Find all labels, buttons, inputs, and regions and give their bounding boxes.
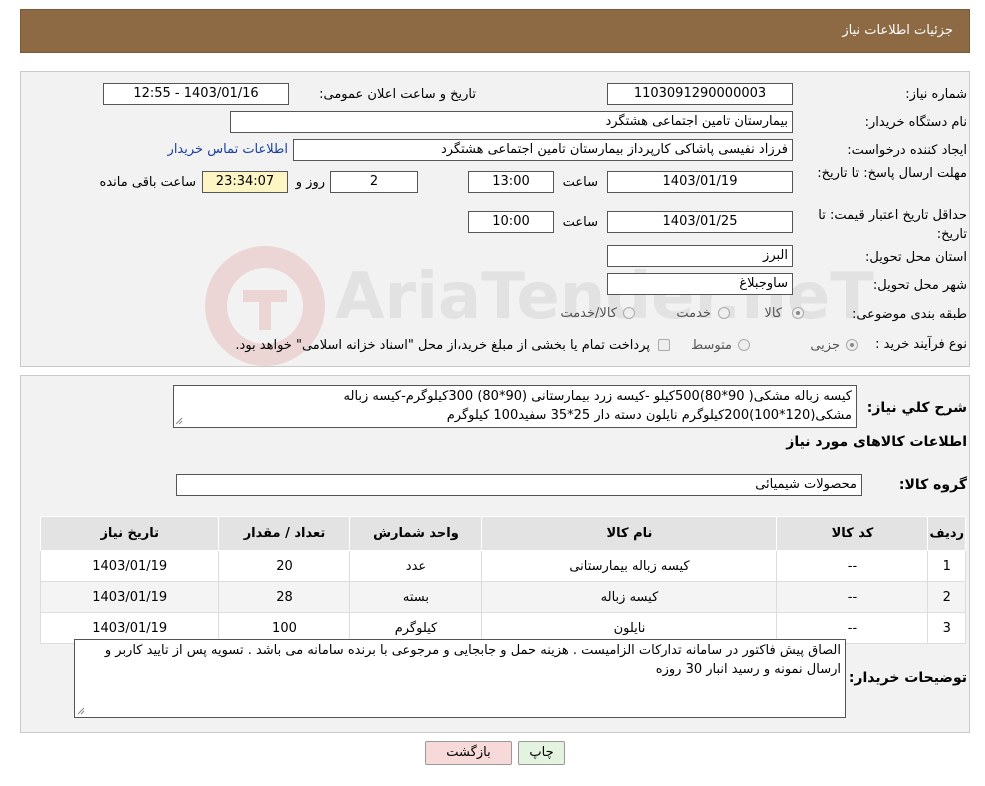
announce-label: تاریخ و ساعت اعلان عمومی: — [319, 87, 476, 102]
announce-field: 1403/01/16 - 12:55 — [103, 83, 289, 105]
category-option-goods: کالا — [764, 306, 782, 321]
page-title: جزئیات اطلاعات نیاز — [842, 23, 953, 38]
watermark-text: AriaTender.neT — [335, 260, 874, 334]
city-label: شهر محل تحویل: — [872, 278, 967, 293]
creator-label: ایجاد کننده درخواست: — [847, 143, 967, 158]
cell-code: -- — [776, 550, 929, 582]
validity-time-label: ساعت — [562, 215, 598, 230]
deadline-label: مهلت ارسال پاسخ: تا تاریخ: — [817, 166, 967, 181]
page-header: جزئیات اطلاعات نیاز — [20, 9, 970, 53]
cell-name: کیسه زباله — [481, 581, 778, 613]
summary-text: کیسه زباله مشکی( 90*80)500کیلو -کیسه زرد… — [343, 389, 852, 423]
city-field: ساوجبلاغ — [607, 273, 793, 295]
days-label: روز و — [295, 175, 325, 190]
validity-label: حداقل تاریخ اعتبار قیمت: تا تاریخ: — [818, 208, 967, 242]
goods-info-title: اطلاعات کالاهای مورد نیاز — [786, 434, 967, 450]
col-header-name: نام کالا — [481, 516, 778, 551]
need-number-label: شماره نیاز: — [905, 87, 967, 102]
buyer-org-label: نام دستگاه خریدار: — [864, 115, 967, 130]
deadline-time-label: ساعت — [562, 175, 598, 190]
buyer-org-field: بیمارستان تامین اجتماعی هشتگرد — [230, 111, 793, 133]
process-label: نوع فرآیند خرید : — [875, 337, 967, 352]
process-radio-minor[interactable] — [846, 339, 858, 351]
process-note: پرداخت تمام یا بخشی از مبلغ خرید،از محل … — [235, 338, 650, 353]
validity-date-field: 1403/01/25 — [607, 211, 793, 233]
notes-resize-handle-icon[interactable] — [77, 707, 85, 715]
cell-need-date: 1403/01/19 — [39, 581, 220, 613]
cell-row-number: 1 — [927, 550, 966, 582]
days-field: 2 — [330, 171, 418, 193]
category-option-service: خدمت — [676, 306, 711, 321]
print-button[interactable]: چاپ — [518, 741, 565, 765]
province-field: البرز — [607, 245, 793, 267]
table-row: 1 -- کیسه زباله بیمارستانی عدد 20 1403/0… — [39, 550, 966, 582]
category-label: طبقه بندی موضوعی: — [851, 307, 967, 322]
buyer-contact-link[interactable]: اطلاعات تماس خریدار — [168, 142, 288, 157]
remaining-label: ساعت باقی مانده — [99, 175, 196, 190]
cell-need-date: 1403/01/19 — [39, 550, 220, 582]
deadline-time-field: 13:00 — [468, 171, 554, 193]
category-radio-goods[interactable] — [792, 307, 804, 319]
summary-label: شرح کلي نياز: — [866, 400, 967, 416]
table-row: 2 -- کیسه زباله بسته 28 1403/01/19 — [39, 581, 966, 613]
cell-quantity: 28 — [218, 581, 351, 613]
cell-name: کیسه زباله بیمارستانی — [481, 550, 778, 582]
col-header-row-number: ردیف — [927, 516, 966, 551]
buyer-notes-text: الصاق پیش فاکتور در سامانه تدارکات الزام… — [104, 643, 841, 677]
group-label: گروه کالا: — [898, 477, 967, 493]
process-radio-medium[interactable] — [738, 339, 750, 351]
items-table: ردیف کد کالا نام کالا واحد شمارش تعداد /… — [39, 516, 966, 644]
remaining-time-field: 23:34:07 — [202, 171, 288, 193]
cell-row-number: 3 — [927, 612, 966, 644]
col-header-quantity: تعداد / مقدار — [218, 516, 351, 551]
process-checkbox-treasury[interactable] — [658, 339, 670, 351]
back-button[interactable]: بازگشت — [425, 741, 512, 765]
creator-field: فرزاد نفیسی پاشاکی کارپرداز بیمارستان تا… — [293, 139, 793, 161]
category-radio-service[interactable] — [718, 307, 730, 319]
col-header-need-date: تاریخ نیاز — [39, 516, 220, 551]
need-number-field: 1103091290000003 — [607, 83, 793, 105]
cell-code: -- — [776, 581, 929, 613]
category-radio-goods-service[interactable] — [623, 307, 635, 319]
cell-unit: بسته — [349, 581, 483, 613]
province-label: استان محل تحویل: — [865, 250, 967, 265]
deadline-date-field: 1403/01/19 — [607, 171, 793, 193]
cell-row-number: 2 — [927, 581, 966, 613]
process-option-minor: جزیی — [810, 338, 840, 353]
col-header-code: کد کالا — [776, 516, 929, 551]
col-header-unit: واحد شمارش — [349, 516, 483, 551]
cell-unit: عدد — [349, 550, 483, 582]
summary-textarea[interactable]: کیسه زباله مشکی( 90*80)500کیلو -کیسه زرد… — [173, 385, 857, 428]
group-field: محصولات شیمیائی — [176, 474, 862, 496]
buyer-notes-label: توضیحات خریدار: — [848, 670, 967, 686]
summary-resize-handle-icon[interactable] — [175, 417, 183, 425]
cell-quantity: 20 — [218, 550, 351, 582]
process-option-medium: متوسط — [691, 338, 732, 353]
validity-time-field: 10:00 — [468, 211, 554, 233]
category-option-goods-service: کالا/خدمت — [560, 306, 617, 321]
buyer-notes-textarea[interactable]: الصاق پیش فاکتور در سامانه تدارکات الزام… — [74, 639, 846, 718]
table-header-row: ردیف کد کالا نام کالا واحد شمارش تعداد /… — [39, 516, 966, 551]
